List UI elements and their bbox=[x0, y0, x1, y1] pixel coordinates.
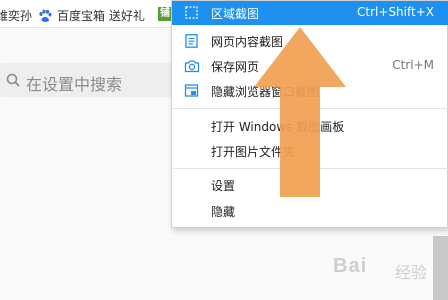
menu-item-label: 设置 bbox=[211, 179, 236, 193]
bookmark-green-badge[interactable]: 铺 bbox=[158, 7, 172, 21]
hide-window-icon bbox=[184, 84, 199, 97]
menu-item-shortcut: Ctrl+Shift+X bbox=[357, 5, 434, 19]
menu-item-hide[interactable]: 隐藏 bbox=[172, 199, 448, 223]
menu-item-label: 隐藏 bbox=[211, 205, 236, 219]
webpage-content-icon bbox=[185, 34, 198, 48]
bookmark-item-baidu[interactable]: 百度宝箱 送好礼 bbox=[38, 7, 145, 24]
menu-item-shortcut: Ctrl+M bbox=[392, 58, 434, 72]
camera-icon bbox=[184, 60, 200, 73]
region-capture-icon bbox=[185, 6, 198, 19]
menu-item-region-capture[interactable]: 区域截图 Ctrl+Shift+X bbox=[172, 1, 448, 25]
orange-up-arrow-annotation bbox=[254, 27, 346, 197]
watermark-text: Bai bbox=[333, 255, 368, 277]
baidu-jingyan-watermark: Bai 经验 bbox=[333, 255, 448, 282]
menu-item-label: 区域截图 bbox=[211, 7, 260, 21]
watermark-suffix: 经验 bbox=[395, 263, 428, 282]
settings-search-input[interactable]: 在设置中搜索 bbox=[0, 63, 178, 97]
search-placeholder: 在设置中搜索 bbox=[26, 75, 123, 94]
search-icon bbox=[6, 73, 20, 87]
bookmark-item-partial[interactable]: 维奕孙 bbox=[0, 7, 32, 24]
bookmark-item-label: 百度宝箱 送好礼 bbox=[57, 9, 145, 23]
baidu-paw-icon bbox=[39, 9, 52, 22]
